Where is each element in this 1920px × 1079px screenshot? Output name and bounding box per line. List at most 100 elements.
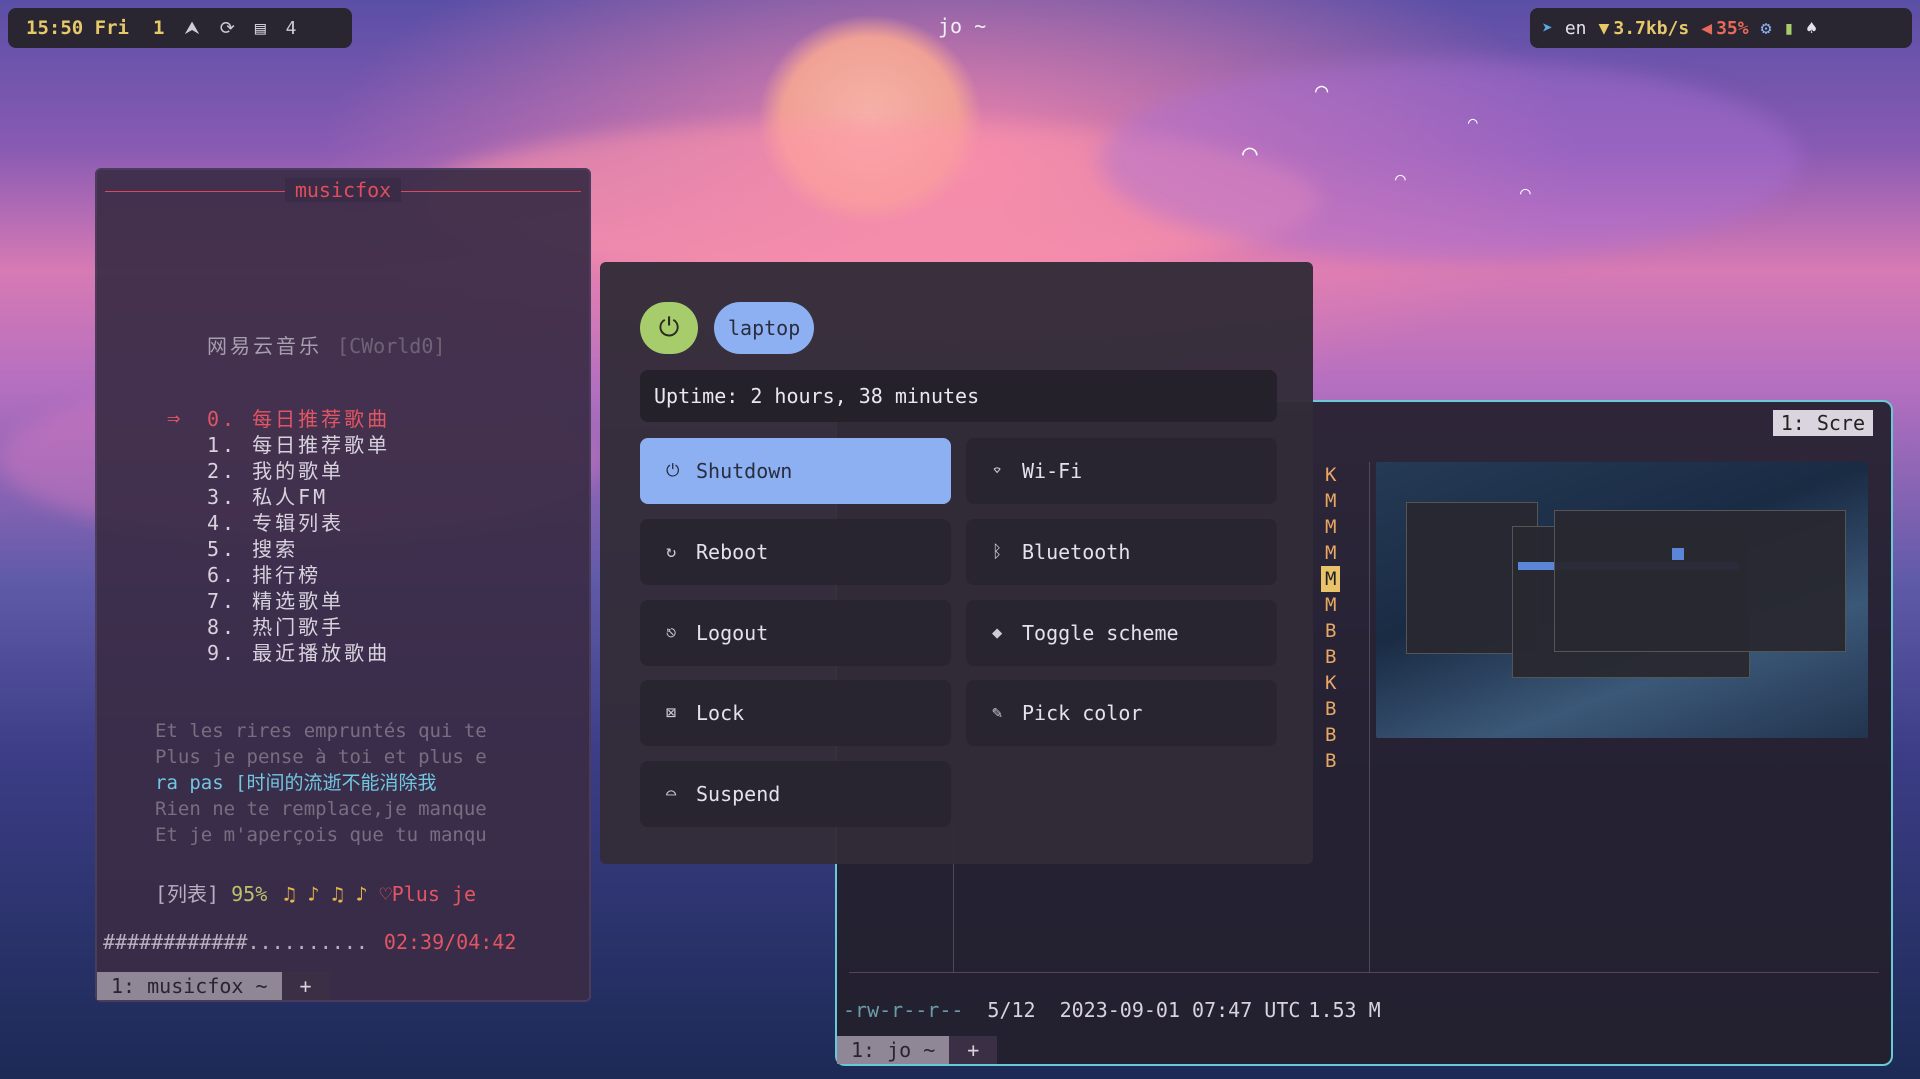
power-menu: ⏻ laptop Uptime: 2 hours, 38 minutes ⏻ S… [600,262,1313,864]
heart-icon[interactable]: ♡ [380,882,392,906]
pick-color-button[interactable]: ✎ Pick color [966,680,1277,746]
suspend-button[interactable]: ⌓ Suspend [640,761,951,827]
bluetooth-button[interactable]: ᛒ Bluetooth [966,519,1277,585]
file-entry[interactable]: B [1321,722,1340,748]
music-menu: 0. 每日推荐歌曲 1. 每日推荐歌单 2. 我的歌单 3. 私人FM 4. 专… [207,406,390,666]
lyric-line-current: ra pas [时间的流逝不能消除我 [155,772,437,794]
workspace-indicator[interactable]: 1 [153,17,164,39]
clock: 15:50 Fri [26,17,129,39]
button-label: Logout [696,621,769,645]
file-entry[interactable]: M [1321,540,1340,566]
button-label: Shutdown [696,459,793,483]
selection-arrow-icon: ⇒ [167,406,181,431]
logout-icon: ⎋ [666,623,677,643]
button-label: Wi-Fi [1022,459,1083,483]
shutdown-button[interactable]: ⏻ Shutdown [640,438,951,504]
divider [849,972,1879,973]
menu-item[interactable]: 3. 私人FM [207,484,390,510]
file-entry-selected[interactable]: M [1321,566,1341,592]
file-status-line: -rw-r--r-- 5/12 2023-09-01 07:47 UTC 1.53 M [843,998,1405,1022]
settings-icon[interactable]: ⚙ [1761,18,1772,39]
username: [CWorld0] [337,334,446,358]
workspace-count[interactable]: 4 [286,18,297,39]
header-label: 网易云音乐 [207,334,322,358]
uptime-display: Uptime: 2 hours, 38 minutes [640,370,1277,422]
tmux-tabline: 1: musicfox ~ + [97,972,589,1000]
bed-icon: ⌓ [666,784,677,804]
preview-window [1554,510,1846,652]
paint-bucket-icon: ◆ [992,623,1003,643]
menu-item[interactable]: 7. 精选歌单 [207,588,390,614]
bird-icon: ⌒ [1395,168,1406,189]
app-header: 网易云音乐 [CWorld0] [207,330,445,359]
music-notes-icon: ♫ ♪ ♫ ♪ [283,882,368,906]
file-entry[interactable]: M [1321,488,1340,514]
file-list: K M M M M M B B K B B B [1321,462,1341,774]
network-speed: 3.7kb/s [1613,17,1690,39]
playback-time: 02:39/04:42 [383,930,517,954]
divider [1369,462,1370,972]
button-label: Lock [696,701,745,725]
file-entry[interactable]: K [1321,462,1340,488]
player-status: [列表] 95% ♫ ♪ ♫ ♪ ♡Plus je [155,878,476,907]
menu-item[interactable]: 2. 我的歌单 [207,458,390,484]
play-mode[interactable]: [列表] [155,882,219,906]
notes-icon[interactable]: ▤ [255,18,266,39]
new-tab-button[interactable]: + [949,1036,998,1064]
player-volume[interactable]: 95% [231,882,267,906]
button-label: Bluetooth [1022,540,1131,564]
telegram-icon[interactable]: ➤ [1542,18,1553,39]
file-entry[interactable]: B [1321,618,1340,644]
file-entry[interactable]: B [1321,644,1340,670]
volume-icon[interactable]: ◀ [1701,18,1712,39]
menu-item[interactable]: 5. 搜索 [207,536,390,562]
file-position: 5/12 [987,998,1036,1022]
file-entry[interactable]: M [1321,592,1340,618]
button-label: Reboot [696,540,769,564]
notification-icon[interactable]: ♠ [1806,18,1817,39]
file-permissions: -rw-r--r-- [843,998,964,1022]
wifi-icon[interactable]: ▼ [1599,18,1610,39]
battery-icon: ▮ [1783,17,1795,39]
language-indicator[interactable]: en [1565,18,1587,39]
logout-button[interactable]: ⎋ Logout [640,600,951,666]
wifi-button[interactable]: ⌔ Wi-Fi [966,438,1277,504]
lyric-line: Et les rires empruntés qui te [155,720,487,742]
musicfox-window[interactable]: musicfox 网易云音乐 [CWorld0] ⇒ 0. 每日推荐歌曲 1. … [95,168,591,1002]
tab-musicfox[interactable]: 1: musicfox ~ [97,972,282,1000]
menu-item[interactable]: 6. 排行榜 [207,562,390,588]
tmux-tabline: 1: jo ~ + [837,1036,1891,1064]
color-picker-icon: ✎ [992,703,1003,723]
menu-item[interactable]: 1. 每日推荐歌单 [207,432,390,458]
arch-icon[interactable]: ⮝ [184,18,199,39]
file-entry[interactable]: B [1321,696,1340,722]
musicfox-title: musicfox [284,178,402,202]
top-bar-left: 15:50 Fri 1 ⮝ ⟳ ▤ 4 [8,8,352,48]
power-icon[interactable]: ⏻ [640,302,698,354]
tab-jo[interactable]: 1: jo ~ [837,1036,950,1064]
tab-screenshots[interactable]: 1: Scre [1772,410,1873,436]
reboot-button[interactable]: ↻ Reboot [640,519,951,585]
menu-item[interactable]: 8. 热门歌手 [207,614,390,640]
menu-item[interactable]: 0. 每日推荐歌曲 [207,406,390,432]
bluetooth-icon: ᛒ [992,542,1003,562]
toggle-scheme-button[interactable]: ◆ Toggle scheme [966,600,1277,666]
button-label: Suspend [696,782,781,806]
window-title: jo ~ [938,14,987,38]
button-label: Pick color [1022,701,1143,725]
power-icon: ⏻ [666,461,680,481]
refresh-icon[interactable]: ⟳ [220,18,235,39]
song-title: Plus je [391,882,476,906]
volume-level[interactable]: 35% [1716,18,1749,39]
lock-button[interactable]: ⊠ Lock [640,680,951,746]
musicfox-titlebar: musicfox [97,178,589,204]
bird-icon: ⌒ [1468,112,1478,131]
menu-item[interactable]: 9. 最近播放歌曲 [207,640,390,666]
file-entry[interactable]: B [1321,748,1340,774]
new-tab-button[interactable]: + [281,972,330,1000]
menu-item[interactable]: 4. 专辑列表 [207,510,390,536]
playback-progress[interactable]: ############.......... 02:39/04:42 [103,930,516,954]
file-entry[interactable]: M [1321,514,1340,540]
file-entry[interactable]: K [1321,670,1340,696]
progress-bar[interactable]: ############.......... [103,930,368,954]
